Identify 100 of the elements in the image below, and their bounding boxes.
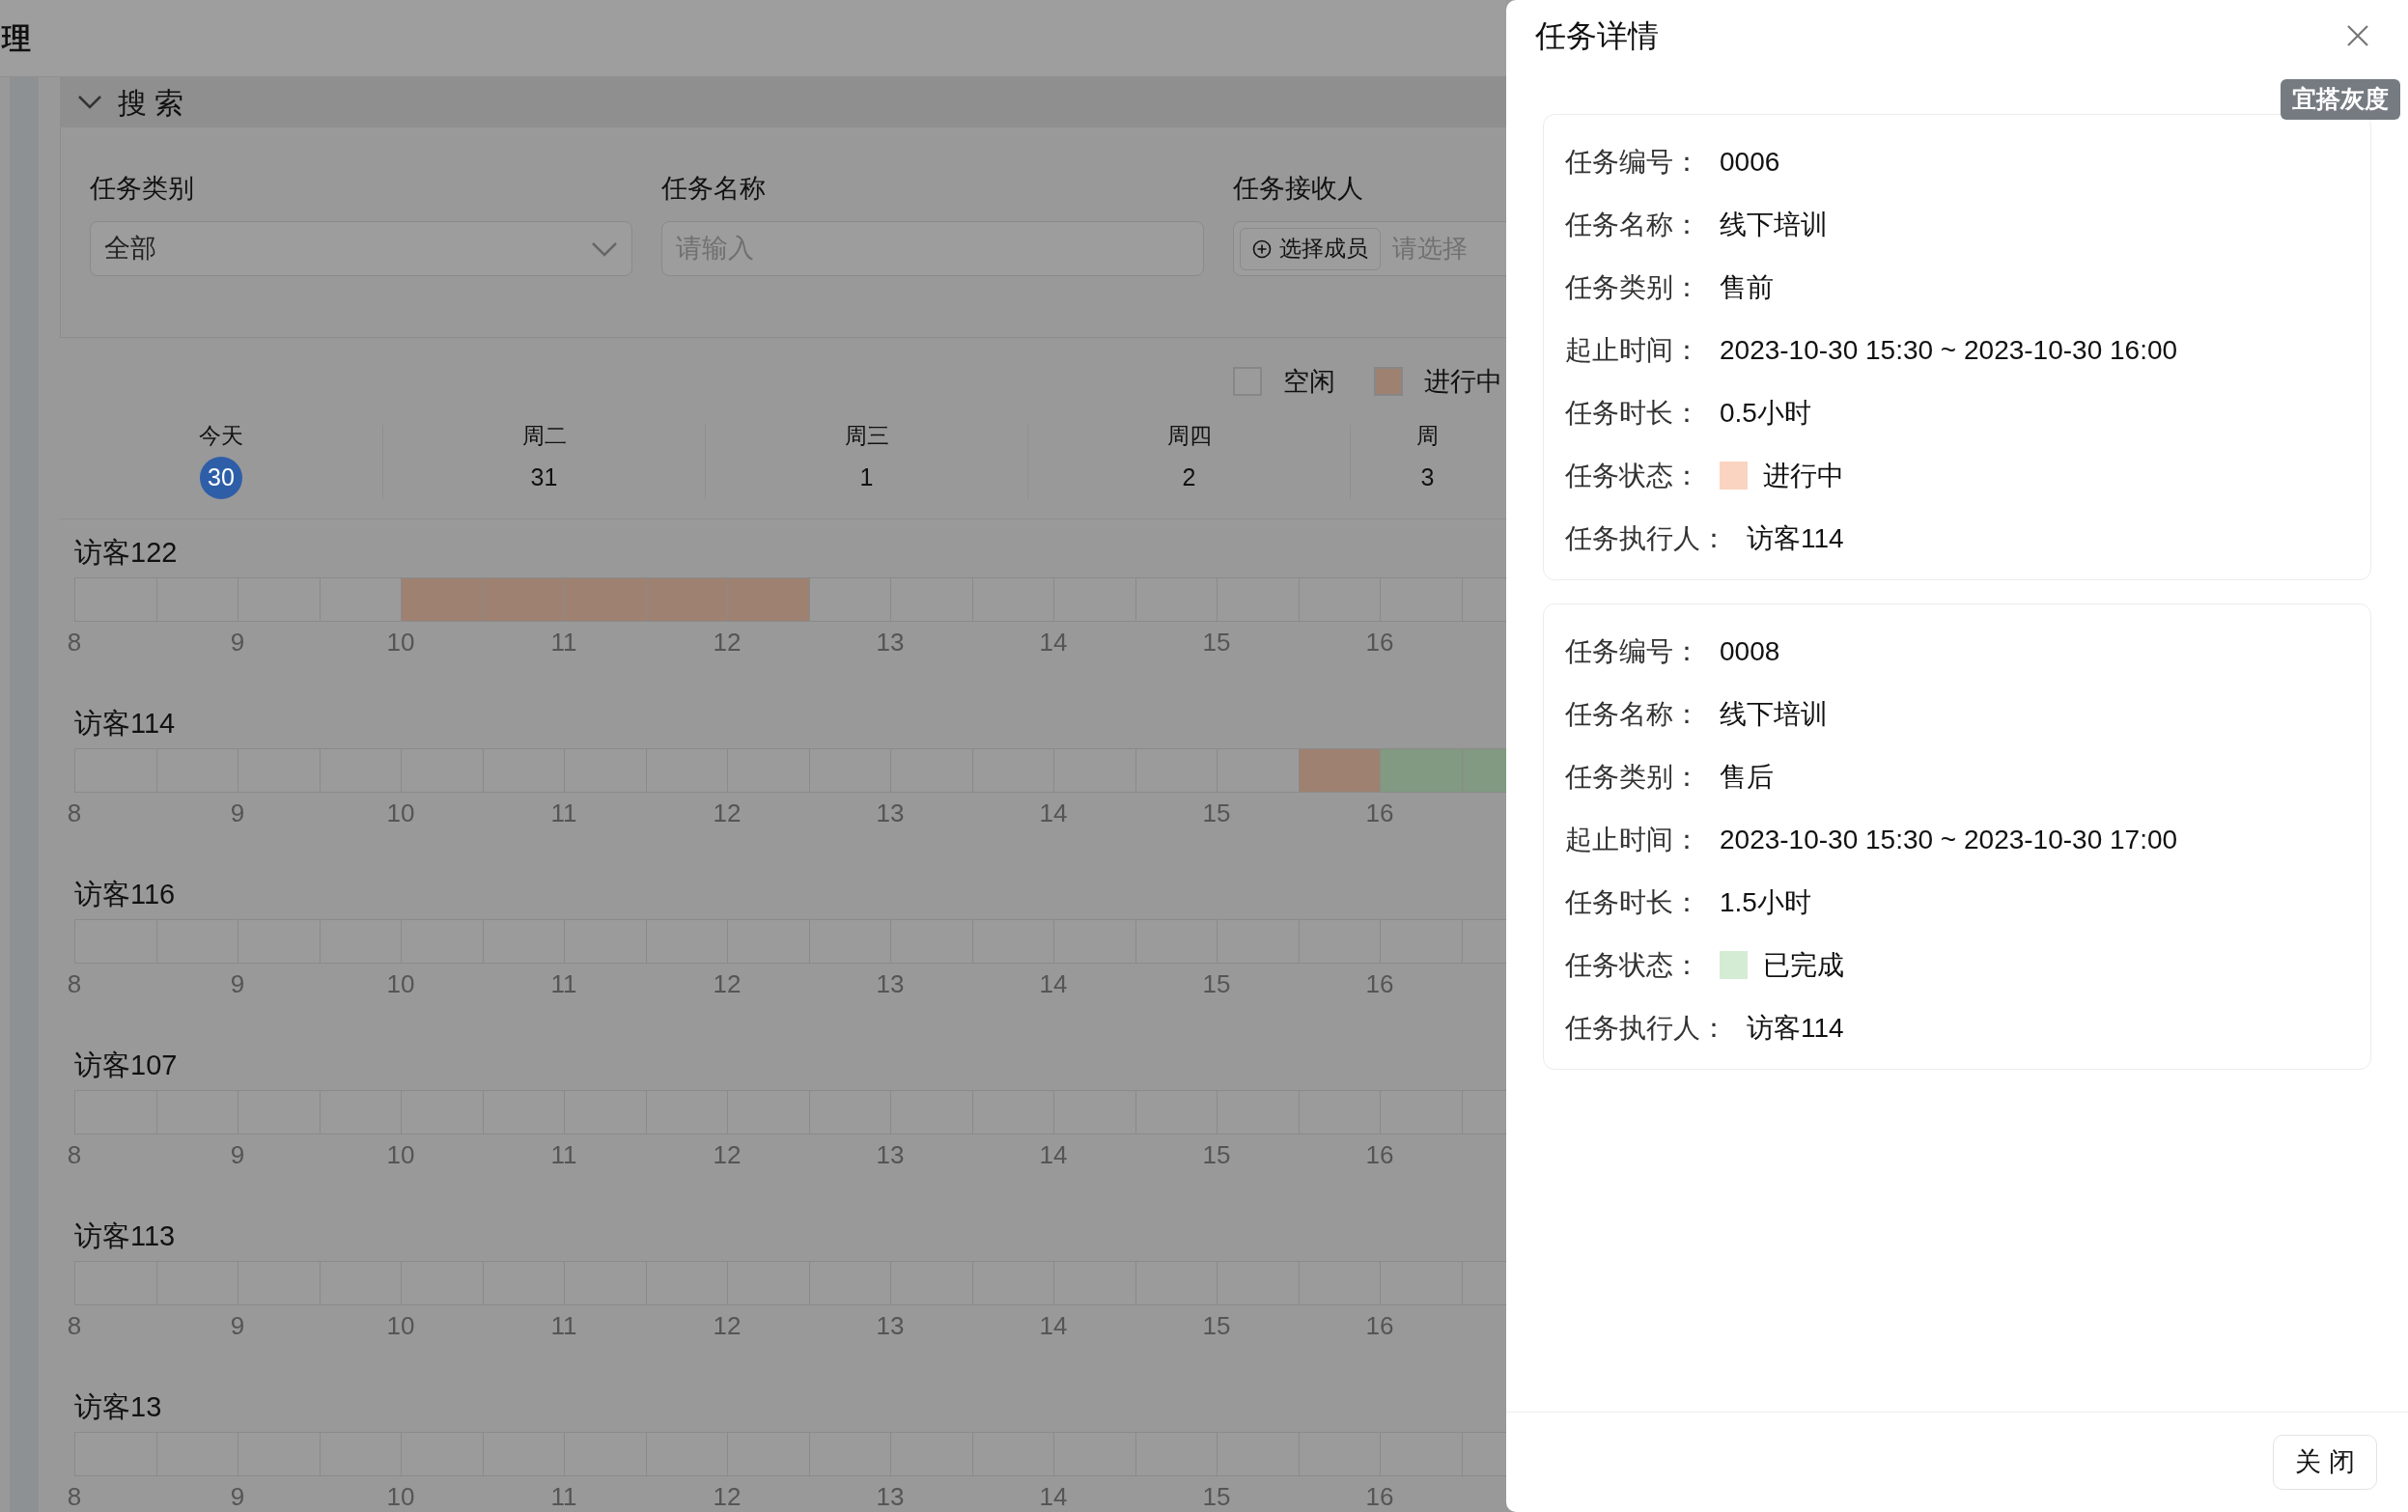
hour-label: 16 <box>1365 800 1394 826</box>
hour-label: 13 <box>876 1142 905 1167</box>
field-label: 任务编号： <box>1565 634 1701 668</box>
field-label: 任务名称： <box>1565 697 1701 731</box>
hour-label: 12 <box>713 1484 742 1509</box>
time-slot[interactable] <box>645 578 727 621</box>
day-column[interactable]: 周 3 <box>1350 425 1504 499</box>
field-value: 售前 <box>1720 270 1774 304</box>
hour-label: 14 <box>1039 800 1068 826</box>
hour-label: 8 <box>67 1484 82 1509</box>
hour-label: 16 <box>1365 630 1394 655</box>
filter-label: 任务名称 <box>661 176 767 202</box>
field-value: 线下培训 <box>1720 697 1828 731</box>
field-label: 任务名称： <box>1565 208 1701 241</box>
hour-label: 11 <box>550 1142 577 1167</box>
time-slot[interactable] <box>1461 749 1506 792</box>
day-column[interactable]: 今天 30 <box>60 425 382 499</box>
hour-label: 9 <box>230 1484 245 1509</box>
drawer-title: 任务详情 <box>1535 17 1659 55</box>
day-column[interactable]: 周三 1 <box>705 425 1027 499</box>
hour-label: 10 <box>386 800 415 826</box>
hour-label: 13 <box>876 800 905 826</box>
chevron-down-icon <box>591 240 618 257</box>
hour-label: 13 <box>876 1484 905 1509</box>
hour-label: 8 <box>67 630 82 655</box>
hour-label: 14 <box>1039 971 1068 996</box>
visitor-name: 访客107 <box>74 1051 178 1082</box>
hour-label: 15 <box>1202 1484 1231 1509</box>
time-slot[interactable] <box>1298 749 1380 792</box>
field-value: 2023-10-30 15:30 ~ 2023-10-30 17:00 <box>1720 823 2178 856</box>
badge: 宜搭灰度 <box>2281 79 2400 120</box>
hour-label: 15 <box>1202 1313 1231 1338</box>
field-label: 任务执行人： <box>1565 521 1728 555</box>
field-label: 任务类别： <box>1565 270 1701 304</box>
hour-label: 12 <box>713 630 742 655</box>
search-header[interactable]: 搜 索 <box>60 77 1506 127</box>
field-value: 售后 <box>1720 760 1774 794</box>
category-select[interactable]: 全部 <box>90 221 632 276</box>
hour-label: 8 <box>67 971 82 996</box>
hour-label: 9 <box>230 1142 245 1167</box>
hour-label: 15 <box>1202 630 1231 655</box>
visitor-name: 访客116 <box>74 881 176 911</box>
hour-label: 8 <box>67 1313 82 1338</box>
hour-label: 9 <box>230 630 245 655</box>
field-value: 1.5小时 <box>1720 885 1811 919</box>
hour-label: 12 <box>713 1313 742 1338</box>
filter-label: 任务类别 <box>90 176 195 202</box>
hour-label: 10 <box>386 971 415 996</box>
hour-label: 12 <box>713 1142 742 1167</box>
field-label: 任务类别： <box>1565 760 1701 794</box>
hour-label: 10 <box>386 630 415 655</box>
field-label: 起止时间： <box>1565 333 1701 367</box>
close-icon[interactable] <box>2346 24 2369 47</box>
hour-label: 10 <box>386 1142 415 1167</box>
hour-label: 16 <box>1365 971 1394 996</box>
field-label: 任务时长： <box>1565 885 1701 919</box>
day-column[interactable]: 周二 31 <box>382 425 705 499</box>
time-slot[interactable] <box>482 578 564 621</box>
hour-label: 14 <box>1039 1142 1068 1167</box>
hour-label: 14 <box>1039 630 1068 655</box>
field-label: 任务执行人： <box>1565 1011 1728 1045</box>
hour-label: 11 <box>550 1313 577 1338</box>
field-value: 0.5小时 <box>1720 396 1811 430</box>
time-slot[interactable] <box>401 578 483 621</box>
visitor-name: 访客122 <box>74 539 178 570</box>
close-button[interactable]: 关 闭 <box>2273 1435 2377 1490</box>
hour-label: 15 <box>1202 1142 1231 1167</box>
filter-label: 任务接收人 <box>1233 176 1364 202</box>
hour-label: 14 <box>1039 1313 1068 1338</box>
field-label: 任务时长： <box>1565 396 1701 430</box>
hour-label: 9 <box>230 1313 245 1338</box>
hour-label: 16 <box>1365 1313 1394 1338</box>
hour-label: 13 <box>876 971 905 996</box>
field-value: 访客114 <box>1747 521 1844 555</box>
field-value: 线下培训 <box>1720 208 1828 241</box>
hour-label: 10 <box>386 1484 415 1509</box>
hour-label: 11 <box>550 971 577 996</box>
hour-label: 12 <box>713 971 742 996</box>
hour-label: 11 <box>550 1484 577 1509</box>
hour-label: 10 <box>386 1313 415 1338</box>
visitor-name: 访客13 <box>74 1393 162 1424</box>
time-slot[interactable] <box>1380 749 1462 792</box>
day-column[interactable]: 周四 2 <box>1027 425 1350 499</box>
field-value: 已完成 <box>1763 948 1844 982</box>
plus-circle-icon <box>1252 238 1272 259</box>
select-member-button[interactable]: 选择成员 <box>1240 227 1381 270</box>
field-label: 起止时间： <box>1565 823 1701 856</box>
hour-label: 9 <box>230 800 245 826</box>
hour-label: 11 <box>550 630 577 655</box>
field-value: 0006 <box>1720 145 1780 179</box>
legend-label: 空闲 <box>1283 365 1335 398</box>
page-title: 理 <box>2 21 31 56</box>
hour-label: 8 <box>67 800 82 826</box>
field-value: 2023-10-30 15:30 ~ 2023-10-30 16:00 <box>1720 333 2178 367</box>
hour-label: 14 <box>1039 1484 1068 1509</box>
time-slot[interactable] <box>727 578 809 621</box>
field-label: 任务状态： <box>1565 459 1701 492</box>
hour-label: 12 <box>713 800 742 826</box>
field-value: 0008 <box>1720 634 1780 668</box>
time-slot[interactable] <box>564 578 646 621</box>
